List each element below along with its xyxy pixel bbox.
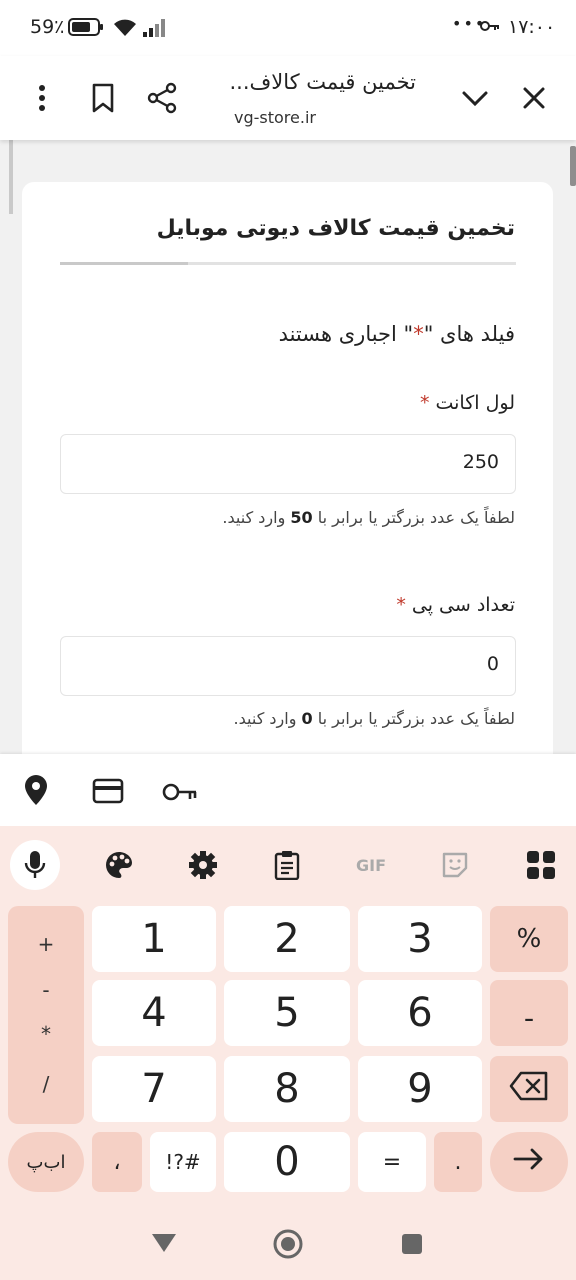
page-domain: vg-store.ir [234, 108, 316, 127]
wifi-icon [112, 16, 138, 42]
scroll-indicator-left [9, 140, 13, 214]
close-icon[interactable] [516, 80, 552, 116]
key-5[interactable]: 5 [224, 980, 350, 1046]
account-level-input[interactable]: 250 [60, 434, 516, 494]
share-icon[interactable] [144, 80, 180, 116]
key-period[interactable]: . [434, 1132, 482, 1192]
battery-icon [68, 18, 104, 40]
required-star: * [419, 392, 430, 414]
sticker-icon[interactable] [430, 840, 480, 890]
key-equals[interactable]: = [358, 1132, 426, 1192]
field-label-text: تعداد سی پی [411, 594, 515, 616]
form-card: تخمین قیمت کالاف دیوتی موبایل فیلد های "… [22, 182, 553, 754]
key-6[interactable]: 6 [358, 980, 482, 1046]
language-switch-key[interactable]: اب‌پ [8, 1132, 84, 1192]
key-icon [480, 18, 500, 37]
autofill-bar [0, 754, 576, 826]
key-1[interactable]: 1 [92, 906, 216, 972]
account-level-value: 250 [462, 451, 499, 473]
help-min-value: 50 [290, 508, 313, 527]
browser-toolbar: تخمین قیمت کالاف... vg-store.ir [0, 56, 576, 140]
key-percent[interactable]: % [490, 906, 568, 972]
account-level-help: لطفاً یک عدد بزرگتر یا برابر با 50 وارد … [222, 508, 515, 527]
required-note-star: * [413, 322, 424, 346]
back-triangle-icon[interactable] [150, 1232, 178, 1258]
backspace-key[interactable] [490, 1056, 568, 1122]
help-text-pre: لطفاً یک عدد بزرگتر یا برابر با [312, 508, 515, 527]
clipboard-icon[interactable] [262, 840, 312, 890]
settings-gear-icon[interactable] [178, 840, 228, 890]
field-label-text: لول اکانت [435, 392, 515, 414]
key-2[interactable]: 2 [224, 906, 350, 972]
cp-count-help: لطفاً یک عدد بزرگتر یا برابر با 0 وارد ک… [234, 709, 515, 728]
operators-column[interactable]: + - * / [8, 906, 84, 1124]
location-pin-icon[interactable] [24, 774, 48, 810]
cp-count-label: تعداد سی پی * [396, 594, 515, 616]
numeric-keyboard: GIF + - * / 1 2 3 4 5 6 7 8 9 % ـ اب‌پ ،… [0, 826, 576, 1206]
help-text-pre: لطفاً یک عدد بزرگتر یا برابر با [312, 709, 515, 728]
bookmark-icon[interactable] [86, 80, 120, 116]
title-divider-accent [60, 262, 188, 265]
more-menu-icon[interactable] [26, 80, 58, 116]
gif-icon[interactable]: GIF [346, 840, 396, 890]
key-4[interactable]: 4 [92, 980, 216, 1046]
required-note-post: " اجباری هستند [278, 322, 414, 346]
title-divider [60, 262, 516, 265]
battery-percent: 59٪ [30, 16, 65, 38]
status-bar: 59٪ ••• ۱۷:۰۰ [0, 0, 576, 56]
cp-count-input[interactable]: 0 [60, 636, 516, 696]
credit-card-icon[interactable] [92, 778, 124, 808]
key-8[interactable]: 8 [224, 1056, 350, 1122]
clock: ۱۷:۰۰ [508, 16, 556, 38]
key-divide[interactable]: / [8, 1072, 84, 1096]
microphone-icon[interactable] [10, 840, 60, 890]
key-tatweel[interactable]: ـ [490, 980, 568, 1046]
required-note-pre: فیلد های " [423, 322, 515, 346]
key-multiply[interactable]: * [8, 1022, 84, 1046]
chevron-down-icon[interactable] [458, 82, 492, 116]
arrow-right-icon [513, 1147, 545, 1177]
password-key-icon[interactable] [162, 782, 198, 806]
backspace-icon [509, 1071, 549, 1107]
key-comma[interactable]: ، [92, 1132, 142, 1192]
key-0[interactable]: 0 [224, 1132, 350, 1192]
system-nav-bar [0, 1206, 576, 1280]
web-content[interactable]: تخمین قیمت کالاف دیوتی موبایل فیلد های "… [0, 140, 576, 754]
key-9[interactable]: 9 [358, 1056, 482, 1122]
key-plus[interactable]: + [8, 932, 84, 956]
next-key[interactable] [490, 1132, 568, 1192]
symbols-key[interactable]: !?# [150, 1132, 216, 1192]
form-title: تخمین قیمت کالاف دیوتی موبایل [156, 216, 515, 241]
help-text-post: وارد کنید. [233, 709, 302, 728]
key-7[interactable]: 7 [92, 1056, 216, 1122]
scrollbar[interactable] [570, 146, 576, 186]
required-star: * [396, 594, 406, 616]
home-circle-icon[interactable] [272, 1228, 304, 1264]
key-minus[interactable]: - [8, 978, 84, 1002]
page-title: تخمین قیمت کالاف... [229, 70, 416, 94]
apps-grid-icon[interactable] [516, 840, 566, 890]
signal-icon [142, 16, 168, 42]
help-text-post: وارد کنید. [222, 508, 291, 527]
cp-count-value: 0 [486, 653, 499, 675]
key-3[interactable]: 3 [358, 906, 482, 972]
recents-square-icon[interactable] [400, 1232, 424, 1260]
required-fields-note: فیلد های "*" اجباری هستند [279, 322, 515, 346]
palette-icon[interactable] [94, 840, 144, 890]
help-min-value: 0 [301, 709, 313, 728]
account-level-label: لول اکانت * [420, 392, 515, 414]
